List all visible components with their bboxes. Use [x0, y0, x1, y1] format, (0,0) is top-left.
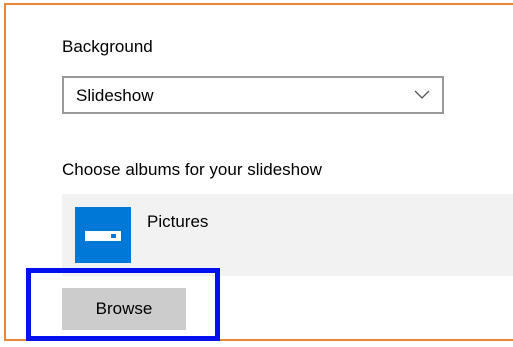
background-select[interactable]: Slideshow	[62, 76, 444, 114]
album-name: Pictures	[147, 212, 209, 231]
chevron-down-icon	[414, 90, 430, 99]
albums-label: Choose albums for your slideshow	[62, 160, 322, 179]
album-item-pictures[interactable]: Pictures	[62, 194, 513, 276]
pictures-folder-icon-dot	[111, 234, 116, 238]
background-label: Background	[62, 37, 153, 56]
pictures-folder-icon	[75, 207, 131, 263]
background-select-value: Slideshow	[76, 86, 154, 105]
browse-button[interactable]: Browse	[62, 288, 186, 330]
